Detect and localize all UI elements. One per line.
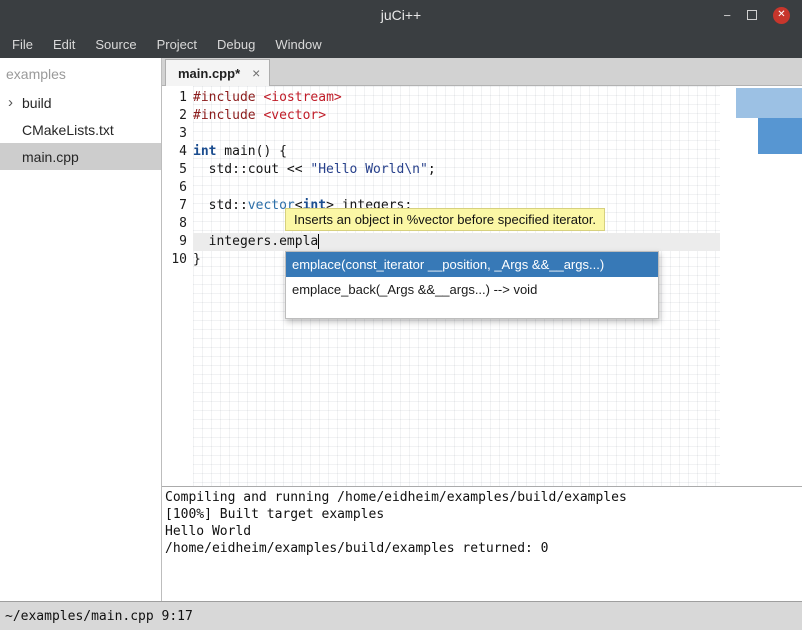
completion-item[interactable]: emplace(const_iterator __position, _Args…	[286, 252, 658, 277]
code-token: #include	[193, 90, 256, 105]
menu-bar: FileEditSourceProjectDebugWindow	[0, 30, 802, 58]
text-cursor	[318, 234, 319, 249]
sidebar: examples › build CMakeLists.txt main.cpp	[0, 58, 162, 601]
menu-item-window[interactable]: Window	[265, 30, 331, 58]
minimize-icon[interactable]: −	[723, 9, 731, 22]
code-line: #include <vector>	[193, 107, 720, 125]
line-number: 1	[162, 89, 193, 107]
line-number: 9	[162, 233, 193, 251]
code-line: std::cout << "Hello World\n";	[193, 161, 720, 179]
line-number-gutter: 12345678910	[162, 86, 193, 486]
line-number: 6	[162, 179, 193, 197]
doc-tooltip: Inserts an object in %vector before spec…	[285, 208, 605, 231]
code-line: int main() {	[193, 143, 720, 161]
tree-item-label: main.cpp	[22, 149, 79, 165]
menu-item-project[interactable]: Project	[147, 30, 207, 58]
code-line: #include <iostream>	[193, 89, 720, 107]
code-editor[interactable]: 12345678910 #include <iostream>#include …	[162, 86, 802, 486]
title-bar: juCi++ − ✕	[0, 0, 802, 30]
terminal-line: Hello World	[165, 523, 799, 540]
code-token: <vector>	[263, 108, 326, 123]
completion-popup: emplace(const_iterator __position, _Args…	[285, 251, 659, 319]
tree-item-build[interactable]: › build	[0, 89, 161, 116]
code-line: integers.empla	[193, 233, 720, 251]
line-number: 5	[162, 161, 193, 179]
scrollbar-track[interactable]	[736, 88, 802, 118]
close-icon[interactable]: ✕	[773, 7, 790, 24]
line-number: 7	[162, 197, 193, 215]
line-number: 8	[162, 215, 193, 233]
code-token: "Hello World\n"	[310, 162, 427, 177]
code-token: }	[193, 252, 201, 267]
line-number: 10	[162, 251, 193, 269]
tree-item-label: CMakeLists.txt	[22, 122, 114, 138]
code-token: int	[193, 144, 216, 159]
completion-item[interactable]: emplace_back(_Args &&__args...) --> void	[286, 277, 658, 302]
line-number: 4	[162, 143, 193, 161]
terminal-output[interactable]: Compiling and running /home/eidheim/exam…	[162, 486, 802, 601]
tab-close-icon[interactable]: ×	[252, 66, 260, 80]
terminal-line: /home/eidheim/examples/build/examples re…	[165, 540, 799, 557]
tab-label: main.cpp*	[178, 66, 240, 81]
tree-item-main-cpp[interactable]: main.cpp	[0, 143, 161, 170]
chevron-right-icon[interactable]: ›	[8, 95, 13, 110]
scrollbar-thumb[interactable]	[758, 118, 802, 154]
line-number: 3	[162, 125, 193, 143]
line-number: 2	[162, 107, 193, 125]
tab-main-cpp[interactable]: main.cpp* ×	[165, 59, 270, 86]
window-controls: − ✕	[723, 7, 802, 24]
menu-item-file[interactable]: File	[2, 30, 43, 58]
code-token: <iostream>	[263, 90, 341, 105]
code-token: std::cout <<	[193, 162, 310, 177]
tree-item-label: build	[22, 95, 52, 111]
status-bar: ~/examples/main.cpp 9:17	[0, 601, 802, 630]
content-area: examples › build CMakeLists.txt main.cpp ma…	[0, 58, 802, 601]
code-token: main() {	[216, 144, 286, 159]
file-tree: › build CMakeLists.txt main.cpp	[0, 89, 161, 170]
code-token: ;	[428, 162, 436, 177]
tab-bar: main.cpp* ×	[162, 58, 802, 86]
code-token: #include	[193, 108, 256, 123]
tree-item-cmakelists-txt[interactable]: CMakeLists.txt	[0, 116, 161, 143]
project-name: examples	[0, 58, 161, 89]
status-text: ~/examples/main.cpp 9:17	[5, 609, 193, 624]
restore-icon[interactable]	[747, 10, 757, 20]
code-line	[193, 125, 720, 143]
terminal-line: [100%] Built target examples	[165, 506, 799, 523]
window-title: juCi++	[0, 7, 802, 23]
menu-item-source[interactable]: Source	[85, 30, 146, 58]
editor-column: main.cpp* × 12345678910 #include <iostre…	[162, 58, 802, 601]
terminal-line: Compiling and running /home/eidheim/exam…	[165, 489, 799, 506]
code-line	[193, 179, 720, 197]
code-token: integers.empla	[193, 234, 318, 249]
app-window: juCi++ − ✕ FileEditSourceProjectDebugWin…	[0, 0, 802, 630]
menu-item-edit[interactable]: Edit	[43, 30, 85, 58]
code-token: std::	[193, 198, 248, 213]
menu-item-debug[interactable]: Debug	[207, 30, 265, 58]
